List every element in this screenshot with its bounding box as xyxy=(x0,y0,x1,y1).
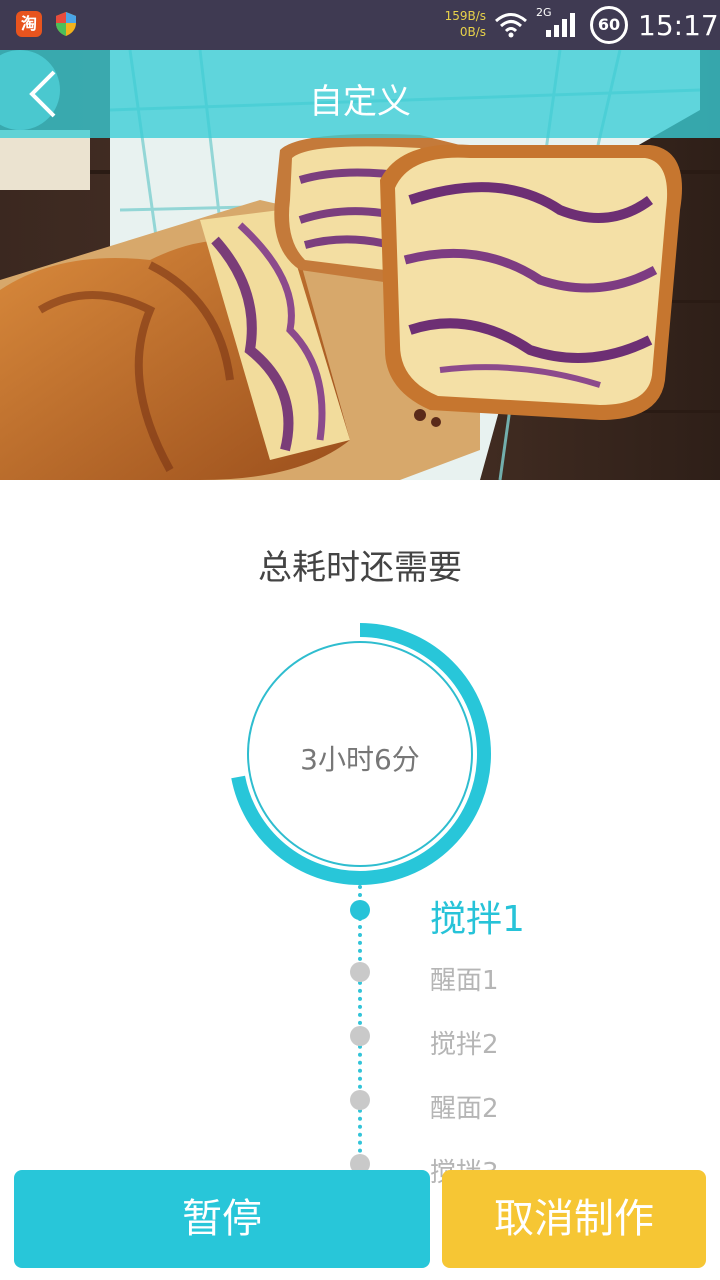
timeline-step: 搅拌1 xyxy=(0,882,720,940)
download-speed: 0B/s xyxy=(459,25,486,39)
timeline-step: 搅拌2 xyxy=(0,1014,720,1064)
notification-icons: 淘 xyxy=(16,11,78,37)
remaining-time-value: 3小时6分 xyxy=(300,743,420,776)
step-dot xyxy=(350,962,370,982)
status-bar: 淘 159B/s 0B/s 2G 60 15:17 xyxy=(0,0,720,50)
cancel-making-button[interactable]: 取消制作 xyxy=(442,1170,706,1268)
timeline-step: 醒面1 xyxy=(0,950,720,1000)
remaining-time-label: 总耗时还需要 xyxy=(258,548,462,588)
wifi-icon xyxy=(495,13,527,38)
navigation-bar: 自定义 xyxy=(0,50,720,138)
step-dot xyxy=(350,1090,370,1110)
upload-speed: 159B/s xyxy=(444,9,486,23)
step-dot xyxy=(350,1026,370,1046)
security-shield-icon xyxy=(56,12,76,36)
countdown-timer: 3小时6分 xyxy=(222,616,498,892)
active-step-dot xyxy=(350,900,370,920)
page-title: 自定义 xyxy=(309,82,411,122)
step-label: 醒面1 xyxy=(430,966,499,996)
battery-indicator: 60 xyxy=(590,6,628,44)
step-label: 搅拌2 xyxy=(430,1030,499,1060)
network-speed: 159B/s 0B/s xyxy=(430,8,486,40)
timeline-step: 醒面2 xyxy=(0,1078,720,1128)
taobao-app-icon: 淘 xyxy=(16,11,42,37)
step-label: 醒面2 xyxy=(430,1094,499,1124)
screen: 淘 159B/s 0B/s 2G 60 15:17 自定义 总耗时还需要 3小时… xyxy=(0,0,720,1280)
status-time: 15:17 xyxy=(638,9,719,42)
step-label: 搅拌1 xyxy=(430,899,525,940)
pause-button[interactable]: 暂停 xyxy=(14,1170,430,1268)
signal-icon xyxy=(546,13,575,37)
